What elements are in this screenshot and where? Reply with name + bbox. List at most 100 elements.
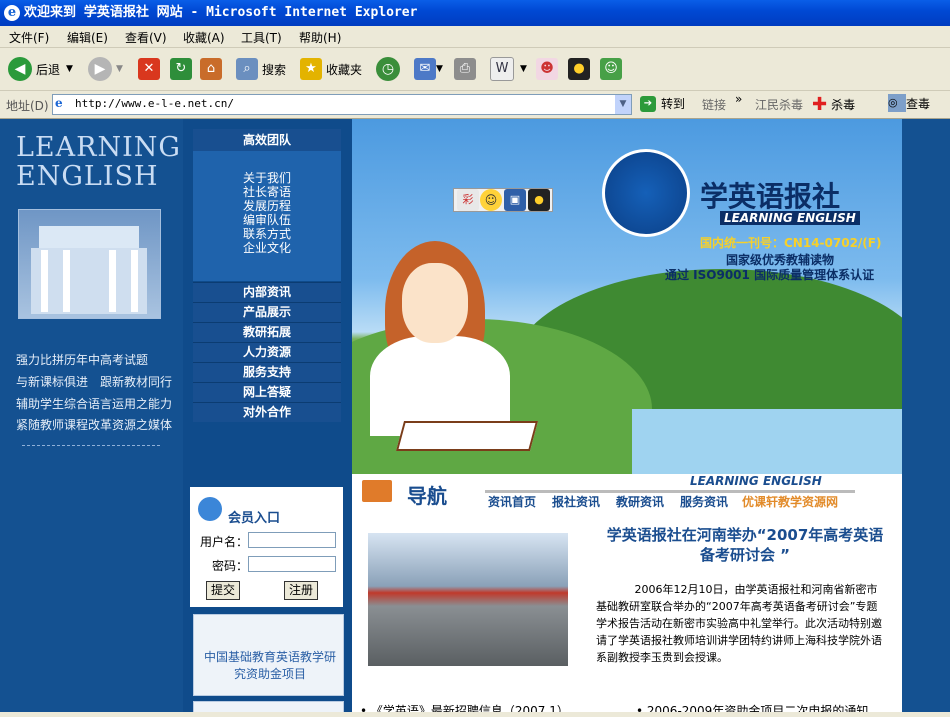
search-icon: ⌕	[236, 58, 258, 80]
menu-help[interactable]: 帮助(H)	[299, 29, 341, 46]
back-arrow-icon: ◀	[8, 57, 32, 81]
nav-item-internal-news[interactable]: 内部资讯	[193, 282, 341, 302]
edit-button[interactable]: W ▼	[490, 56, 527, 82]
save-icon[interactable]: ▣	[504, 189, 526, 211]
username-label: 用户名：	[200, 535, 249, 549]
scan-virus-label: 查毒	[906, 96, 931, 111]
submit-button[interactable]: 提交	[206, 581, 241, 600]
news-photo[interactable]	[368, 533, 568, 666]
toolbar: ◀ 后退 ▼ ▶ ▼ ✕ ↻ ⌂ ⌕ 搜索 ★ 收藏夹 ◷ ✉ ▼ ⎙ W ▼ …	[0, 48, 950, 91]
print-button[interactable]: ⎙	[454, 56, 476, 82]
messenger-button[interactable]: ☺	[600, 56, 622, 82]
address-url: http://www.e-l-e.net.cn/	[75, 97, 234, 110]
team-link-message[interactable]: 社长寄语	[193, 185, 341, 199]
team-link-about[interactable]: 关于我们	[193, 171, 341, 185]
guide-link-press[interactable]: 报社资讯	[552, 493, 600, 510]
menu-edit[interactable]: 编辑(E)	[67, 29, 108, 46]
password-input[interactable]	[248, 556, 336, 572]
go-button[interactable]: ➔ 转到	[640, 95, 685, 112]
team-link-history[interactable]: 发展历程	[193, 199, 341, 213]
kitty-button[interactable]: ☻	[536, 56, 558, 82]
history-button[interactable]: ◷	[376, 56, 404, 82]
team-link-culture[interactable]: 企业文化	[193, 241, 341, 255]
scan-virus-button[interactable]: ◎ 查毒	[888, 94, 930, 112]
chevron-down-icon: ▼	[520, 64, 527, 74]
penguin-icon: ●	[568, 58, 590, 80]
menu-favorites[interactable]: 收藏(A)	[183, 29, 225, 46]
mail-button[interactable]: ✉ ▼	[414, 56, 443, 82]
floating-image-toolbar: 彩 ☺ ▣ ●	[453, 188, 553, 212]
building-photo	[18, 209, 161, 319]
chevron-down-icon[interactable]: ▼	[615, 95, 631, 114]
forward-arrow-icon: ▶	[88, 57, 112, 81]
links-label[interactable]: 链接	[702, 96, 726, 113]
favorites-button[interactable]: ★ 收藏夹	[300, 56, 362, 82]
chevron-right-icon[interactable]: »	[735, 92, 742, 106]
color-icon[interactable]: 彩	[457, 189, 479, 211]
team-link-editors[interactable]: 编审队伍	[193, 213, 341, 227]
stop-button[interactable]: ✕	[138, 56, 160, 82]
kitty-icon: ☻	[536, 58, 558, 80]
mail-icon: ✉	[414, 58, 436, 80]
nav-item-support[interactable]: 服务支持	[193, 362, 341, 382]
member-key-icon	[198, 497, 222, 521]
girl-illustration	[370, 241, 550, 471]
back-button[interactable]: ◀ 后退 ▼	[8, 56, 73, 82]
word-icon: W	[490, 57, 514, 81]
kill-virus-label: 杀毒	[831, 98, 856, 112]
guide-link-home[interactable]: 资讯首页	[488, 493, 536, 510]
star-icon: ★	[300, 58, 322, 80]
window-title: 欢迎来到 学英语报社 网站 - Microsoft Internet Explo…	[24, 5, 418, 20]
forward-button[interactable]: ▶ ▼	[88, 56, 123, 82]
address-bar: 地址(D) e http://www.e-l-e.net.cn/ ▼ ➔ 转到 …	[0, 91, 950, 119]
username-input[interactable]	[248, 532, 336, 548]
book-icon	[362, 480, 392, 502]
fund-banner[interactable]: 中国基础教育英语教学研究资助金项目	[193, 614, 344, 696]
smiley-icon[interactable]: ☺	[480, 189, 502, 211]
news-title[interactable]: 学英语报社在河南举办“2007年高考英语备考研讨会 ”	[600, 525, 890, 565]
back-label: 后退	[36, 62, 61, 77]
nav-item-research[interactable]: 教研拓展	[193, 322, 341, 342]
guide-link-service[interactable]: 服务资讯	[680, 493, 728, 510]
status-bar	[0, 712, 950, 717]
search-button[interactable]: ⌕ 搜索	[236, 56, 286, 82]
right-band	[902, 119, 950, 717]
banner-logo-cn: 学英语报社	[700, 180, 841, 213]
chevron-down-icon: ▼	[436, 64, 443, 74]
refresh-icon: ↻	[170, 58, 192, 80]
logo-line-1: LEARNING	[16, 132, 181, 163]
team-link-contact[interactable]: 联系方式	[193, 227, 341, 241]
kill-virus-button[interactable]: ✚ 杀毒	[812, 94, 855, 115]
menu-bar: 文件(F) 编辑(E) 查看(V) 收藏(A) 工具(T) 帮助(H)	[0, 26, 950, 48]
printer-icon: ⎙	[454, 58, 476, 80]
guide-link-research[interactable]: 教研资讯	[616, 493, 664, 510]
guide-link-resource[interactable]: 优课轩教学资源网	[742, 493, 838, 510]
favorites-label: 收藏夹	[326, 62, 363, 77]
red-cross-icon: ✚	[812, 94, 828, 115]
register-button[interactable]: 注册	[284, 581, 319, 600]
slogan-2: 与新课标俱进 跟新教材同行	[16, 375, 173, 389]
scan-icon: ◎	[888, 94, 906, 112]
news-body: 2006年12月10日，由学英语报社和河南省新密市基础教研室联合举办的“2007…	[596, 583, 882, 664]
password-label: 密码：	[212, 559, 249, 573]
refresh-button[interactable]: ↻	[170, 56, 192, 82]
home-icon: ⌂	[200, 58, 222, 80]
nav-item-products[interactable]: 产品展示	[193, 302, 341, 322]
home-button[interactable]: ⌂	[200, 56, 222, 82]
menu-file[interactable]: 文件(F)	[9, 29, 49, 46]
qq-button[interactable]: ●	[568, 56, 590, 82]
fund-text: 中国基础教育英语教学研究资助金项目	[203, 650, 336, 681]
menu-tools[interactable]: 工具(T)	[241, 29, 282, 46]
nav-item-hr[interactable]: 人力资源	[193, 342, 341, 362]
nav-item-cooperation[interactable]: 对外合作	[193, 402, 341, 422]
menu-view[interactable]: 查看(V)	[125, 29, 167, 46]
nav-item-qa[interactable]: 网上答疑	[193, 382, 341, 402]
penguin-icon[interactable]: ●	[528, 189, 550, 211]
ie-logo-icon: e	[4, 5, 20, 21]
jiangmin-label[interactable]: 江民杀毒	[755, 96, 803, 113]
address-input[interactable]: e http://www.e-l-e.net.cn/ ▼	[52, 94, 632, 115]
messenger-icon: ☺	[600, 58, 622, 80]
ie-page-icon: e	[55, 96, 63, 110]
left-band: LEARNING ENGLISH 强力比拼历年中高考试题 与新课标俱进 跟新教材…	[0, 119, 183, 717]
slogan-1: 强力比拼历年中高考试题	[16, 353, 149, 367]
